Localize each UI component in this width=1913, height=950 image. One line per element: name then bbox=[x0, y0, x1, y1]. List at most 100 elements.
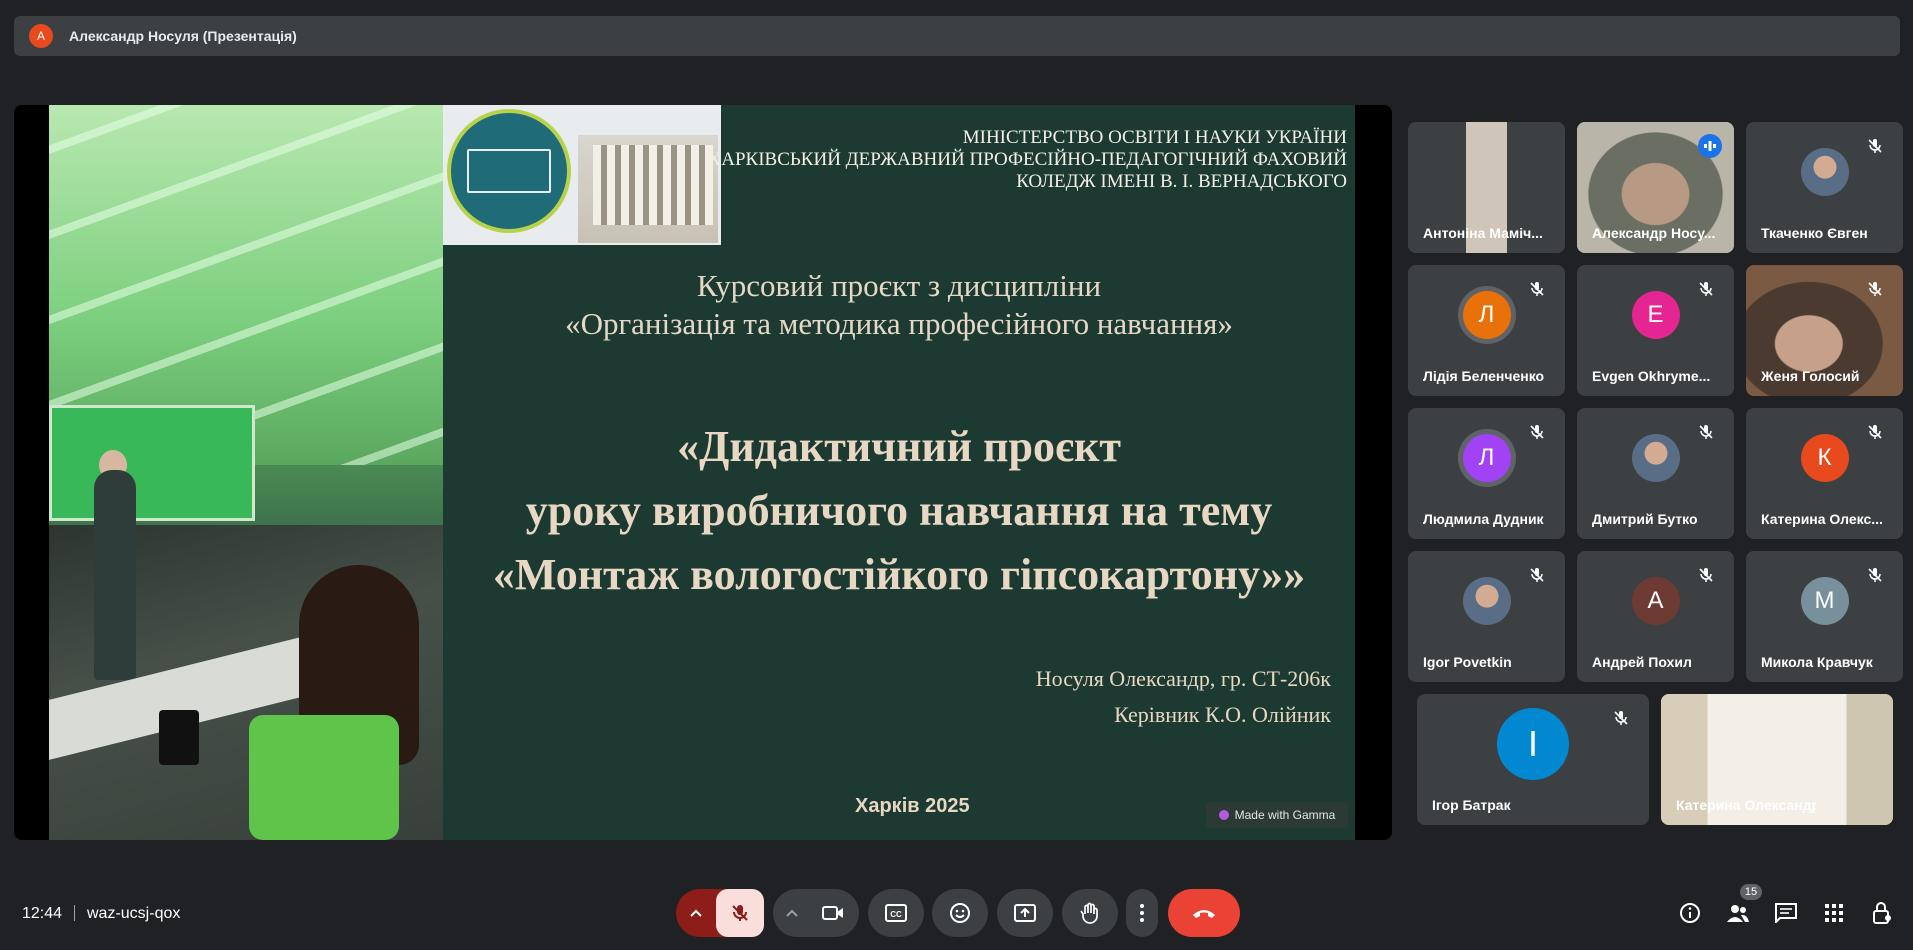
participant-letter-avatar: Л bbox=[1462, 290, 1511, 339]
participant-name: Igor Povetkin bbox=[1423, 654, 1512, 670]
participant-tile[interactable]: E Evgen Okhryme... bbox=[1577, 265, 1734, 396]
participant-photo-avatar bbox=[1800, 147, 1849, 196]
end-call-button[interactable] bbox=[1168, 889, 1240, 937]
presentation-stage: МІНІСТЕРСТВО ОСВІТИ І НАУКИ УКРАЇНИ ХАРК… bbox=[14, 105, 1392, 840]
chevron-up-icon bbox=[786, 909, 798, 917]
divider bbox=[74, 905, 75, 921]
people-button[interactable] bbox=[1726, 901, 1750, 925]
presenter-avatar: А bbox=[29, 24, 53, 48]
participant-name: Александр Носу... bbox=[1592, 225, 1716, 241]
participant-name: Женя Голосий bbox=[1761, 368, 1860, 384]
gamma-logo-icon bbox=[1218, 810, 1229, 820]
ministry-line: ХАРКІВСЬКИЙ ДЕРЖАВНИЙ ПРОФЕСІЙНО-ПЕДАГОГ… bbox=[707, 149, 1347, 170]
bottom-bar: 12:44 waz-ucsj-qox CC 15 bbox=[0, 880, 1913, 946]
author-block: Носуля Олександр, гр. СТ-206к Керівник К… bbox=[1036, 661, 1331, 733]
emoji-icon bbox=[950, 903, 970, 923]
mic-muted-icon bbox=[1867, 567, 1883, 583]
college-seal-logo bbox=[447, 109, 571, 233]
participant-name: Ткаченко Євген bbox=[1761, 225, 1868, 241]
more-options-button[interactable] bbox=[1126, 889, 1158, 937]
participant-count-badge: 15 bbox=[1740, 884, 1762, 900]
participant-tile[interactable]: І Ігор Батрак bbox=[1417, 694, 1649, 825]
participant-name: Дмитрий Бутко bbox=[1592, 511, 1698, 527]
mic-muted-icon bbox=[1529, 567, 1545, 583]
participant-name: Людмила Дудник bbox=[1423, 511, 1544, 527]
slide: МІНІСТЕРСТВО ОСВІТИ І НАУКИ УКРАЇНИ ХАРК… bbox=[49, 105, 1355, 840]
participant-name: Андрей Похил bbox=[1592, 654, 1692, 670]
activities-button[interactable] bbox=[1822, 901, 1846, 925]
mic-toggle-button[interactable] bbox=[716, 889, 764, 937]
participant-tile[interactable]: М Микола Кравчук bbox=[1746, 551, 1903, 682]
ministry-heading: МІНІСТЕРСТВО ОСВІТИ І НАУКИ УКРАЇНИ ХАРК… bbox=[708, 127, 1347, 193]
mic-muted-icon bbox=[1698, 281, 1714, 297]
mic-off-icon bbox=[732, 905, 748, 921]
hand-icon bbox=[1080, 902, 1098, 924]
ministry-line: КОЛЕДЖ ІМЕНІ В. І. ВЕРНАДСЬКОГО bbox=[1016, 171, 1347, 192]
present-screen-icon bbox=[1014, 904, 1036, 922]
chevron-up-icon bbox=[690, 909, 702, 917]
participant-tile[interactable]: Дмитрий Бутко bbox=[1577, 408, 1734, 539]
city-year: Харків 2025 bbox=[855, 795, 970, 817]
mic-muted-icon bbox=[1867, 281, 1883, 297]
speaking-indicator-icon bbox=[1698, 134, 1722, 158]
participant-letter-avatar: А bbox=[1631, 576, 1680, 625]
svg-text:CC: CC bbox=[890, 910, 902, 919]
participant-tile[interactable]: Катерина Олександрівна ... bbox=[1661, 694, 1893, 825]
participant-name: Лідія Беленченко bbox=[1423, 368, 1545, 384]
host-controls-button[interactable] bbox=[1870, 901, 1894, 925]
reactions-button[interactable] bbox=[932, 889, 988, 937]
mic-muted-icon bbox=[1529, 281, 1545, 297]
presenter-label: Александр Носуля (Презентація) bbox=[69, 28, 297, 44]
project-topic: «Дидактичний проєкт уроку виробничого на… bbox=[443, 415, 1355, 607]
participant-name: Микола Кравчук bbox=[1761, 654, 1873, 670]
camera-icon bbox=[822, 906, 843, 920]
mic-muted-icon bbox=[1867, 138, 1883, 154]
captions-icon: CC bbox=[885, 904, 907, 922]
participant-tile[interactable]: Ткаченко Євген bbox=[1746, 122, 1903, 253]
participant-tile[interactable]: Л Лідія Беленченко bbox=[1408, 265, 1565, 396]
captions-button[interactable]: CC bbox=[868, 889, 924, 937]
apps-grid-icon bbox=[1825, 904, 1843, 922]
course-title: Курсовий проєкт з дисципліни «Організаці… bbox=[443, 267, 1355, 343]
mic-control-group bbox=[676, 889, 764, 937]
participant-tile[interactable]: А Андрей Похил bbox=[1577, 551, 1734, 682]
participant-name: Ігор Батрак bbox=[1432, 797, 1511, 813]
hang-up-icon bbox=[1193, 910, 1215, 918]
participant-tile[interactable]: Александр Носу... bbox=[1577, 122, 1734, 253]
participant-tile[interactable]: Антоніна Маміч... bbox=[1408, 122, 1565, 253]
audio-options-button[interactable] bbox=[676, 889, 716, 937]
participant-tile[interactable]: Л Людмила Дудник bbox=[1408, 408, 1565, 539]
participant-name: Катерина Олександрівна ... bbox=[1676, 797, 1816, 813]
participant-tile[interactable]: К Катерина Олекс... bbox=[1746, 408, 1903, 539]
college-banner bbox=[443, 105, 721, 245]
gamma-badge[interactable]: Made with Gamma bbox=[1206, 802, 1348, 828]
mic-muted-icon bbox=[1867, 424, 1883, 440]
camera-toggle-button[interactable] bbox=[811, 889, 855, 937]
video-options-button[interactable] bbox=[773, 889, 811, 937]
topic-line: «Монтаж вологостійкого гіпсокартону»» bbox=[492, 550, 1306, 599]
raise-hand-button[interactable] bbox=[1062, 889, 1118, 937]
people-icon bbox=[1727, 905, 1749, 922]
participant-tile[interactable]: Igor Povetkin bbox=[1408, 551, 1565, 682]
participant-tile[interactable]: Женя Голосий bbox=[1746, 265, 1903, 396]
participant-photo-avatar bbox=[1631, 433, 1680, 482]
mic-muted-icon bbox=[1613, 710, 1629, 726]
clock: 12:44 bbox=[22, 905, 63, 922]
camera-control-group bbox=[773, 889, 859, 937]
participant-letter-avatar: E bbox=[1631, 290, 1680, 339]
meeting-info-button[interactable] bbox=[1678, 901, 1702, 925]
meeting-code: waz-ucsj-qox bbox=[87, 905, 181, 922]
ministry-line: МІНІСТЕРСТВО ОСВІТИ І НАУКИ УКРАЇНИ bbox=[962, 127, 1347, 148]
participant-photo-avatar bbox=[1462, 576, 1511, 625]
participant-name: Антоніна Маміч... bbox=[1423, 225, 1543, 241]
info-icon bbox=[1680, 903, 1700, 923]
participant-letter-avatar: Л bbox=[1462, 433, 1511, 482]
course-line: Курсовий проєкт з дисципліни bbox=[696, 268, 1102, 303]
gamma-badge-label: Made with Gamma bbox=[1234, 808, 1336, 822]
more-vert-icon bbox=[1140, 904, 1144, 922]
mic-muted-icon bbox=[1698, 424, 1714, 440]
present-button[interactable] bbox=[997, 889, 1053, 937]
presenter-bar: А Александр Носуля (Презентація) bbox=[14, 16, 1900, 56]
chat-button[interactable] bbox=[1774, 901, 1798, 925]
supervisor-name: Керівник К.О. Олійник bbox=[1114, 702, 1331, 727]
